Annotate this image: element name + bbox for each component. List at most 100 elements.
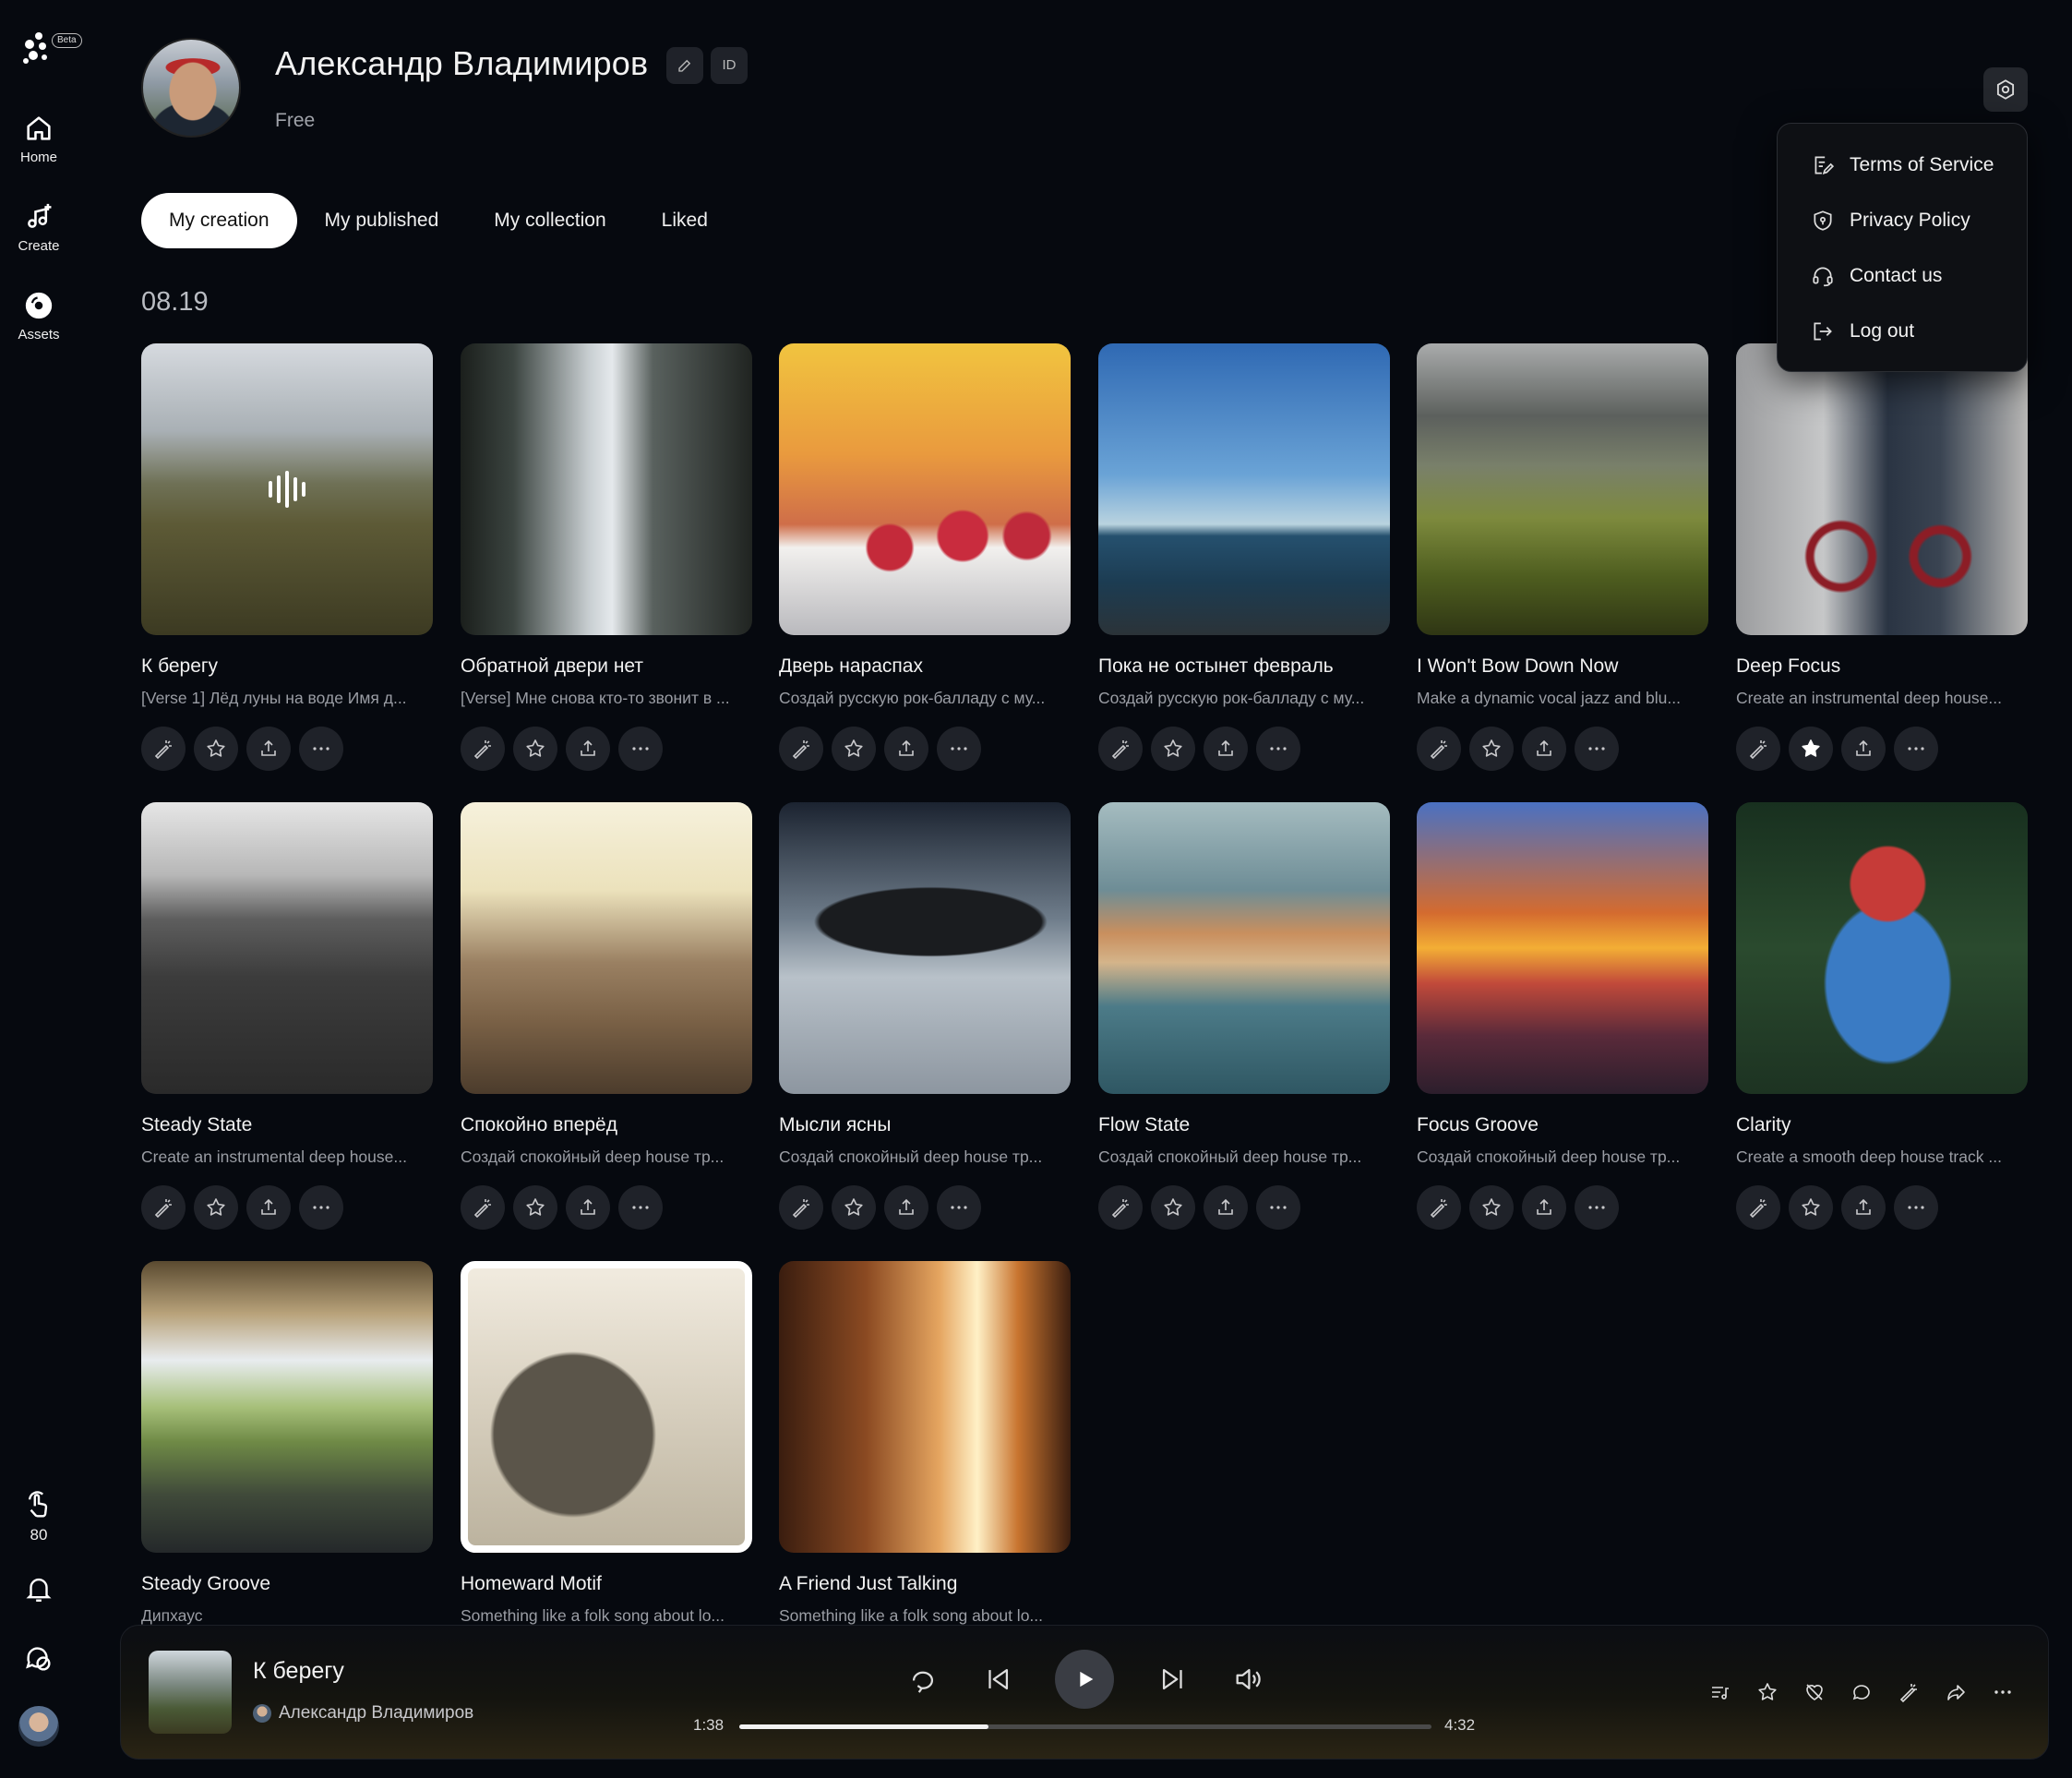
song-card[interactable]: Deep Focus Create an instrumental deep ho… — [1736, 343, 2028, 771]
song-card[interactable]: I Won't Bow Down Now Make a dynamic vocal… — [1417, 343, 1708, 771]
remix-button[interactable] — [1098, 1185, 1143, 1230]
song-cover-image[interactable] — [1098, 802, 1390, 1094]
share-button[interactable] — [884, 1185, 928, 1230]
song-cover-image[interactable] — [1417, 343, 1708, 635]
song-title[interactable]: A Friend Just Talking — [779, 1573, 1071, 1595]
song-cover-image[interactable] — [1417, 802, 1708, 1094]
remix-button[interactable] — [1417, 1185, 1461, 1230]
more-button[interactable] — [299, 727, 343, 771]
song-cover-image[interactable] — [1736, 343, 2028, 635]
more-button[interactable] — [1575, 1185, 1619, 1230]
song-card[interactable]: Спокойно вперёд Создай спокойный deep hou… — [461, 802, 752, 1230]
share-button[interactable] — [246, 727, 291, 771]
song-cover-image[interactable] — [779, 1261, 1071, 1553]
favorite-button[interactable] — [513, 727, 557, 771]
share-button[interactable] — [1204, 1185, 1248, 1230]
share-button[interactable] — [1522, 727, 1566, 771]
share-button[interactable] — [1204, 727, 1248, 771]
more-button[interactable] — [299, 1185, 343, 1230]
song-title[interactable]: Дверь нараспах — [779, 655, 1071, 678]
comment-button[interactable] — [1847, 1677, 1876, 1707]
profile-id-button[interactable]: ID — [711, 47, 748, 84]
player-cover-image[interactable] — [149, 1651, 232, 1734]
menu-item-contact[interactable]: Contact us — [1811, 258, 1942, 294]
share-button[interactable] — [246, 1185, 291, 1230]
song-cover-image[interactable] — [779, 802, 1071, 1094]
more-button[interactable] — [937, 727, 981, 771]
song-title[interactable]: Пока не остынет февраль — [1098, 655, 1390, 678]
favorite-button[interactable] — [1753, 1677, 1782, 1707]
settings-button[interactable] — [1983, 67, 2028, 112]
progress-slider[interactable] — [739, 1724, 1431, 1729]
share-button[interactable] — [566, 1185, 610, 1230]
tab-my-collection[interactable]: My collection — [466, 193, 633, 248]
queue-button[interactable] — [1706, 1677, 1735, 1707]
song-card[interactable]: К берегу [Verse 1] Лёд луны на воде Имя д… — [141, 343, 433, 771]
favorite-button[interactable] — [832, 727, 876, 771]
favorite-button[interactable] — [194, 1185, 238, 1230]
tab-my-published[interactable]: My published — [297, 193, 467, 248]
favorite-button[interactable] — [1789, 727, 1833, 771]
song-title[interactable]: Steady State — [141, 1114, 433, 1136]
song-cover-image[interactable] — [141, 1261, 433, 1553]
player-track-title[interactable]: К берегу — [253, 1658, 344, 1685]
menu-item-terms[interactable]: Terms of Service — [1811, 147, 1994, 184]
remix-button[interactable] — [1894, 1677, 1923, 1707]
song-title[interactable]: Focus Groove — [1417, 1114, 1708, 1136]
song-title[interactable]: Спокойно вперёд — [461, 1114, 752, 1136]
previous-button[interactable] — [977, 1659, 1018, 1700]
song-card[interactable]: Пока не остынет февраль Создай русскую ро… — [1098, 343, 1390, 771]
favorite-button[interactable] — [1469, 1185, 1514, 1230]
song-title[interactable]: I Won't Bow Down Now — [1417, 655, 1708, 678]
favorite-button[interactable] — [1789, 1185, 1833, 1230]
song-card[interactable]: Дверь нараспах Создай русскую рок-балладу… — [779, 343, 1071, 771]
song-card[interactable]: Clarity Create a smooth deep house track … — [1736, 802, 2028, 1230]
sidebar-item-home[interactable]: Home — [0, 113, 78, 165]
song-title[interactable]: Steady Groove — [141, 1573, 433, 1595]
more-button[interactable] — [1894, 1185, 1938, 1230]
share-button[interactable] — [1841, 1185, 1886, 1230]
favorite-button[interactable] — [194, 727, 238, 771]
more-button[interactable] — [1575, 727, 1619, 771]
remix-button[interactable] — [461, 727, 505, 771]
player-artist[interactable]: Александр Владимиров — [253, 1703, 473, 1724]
favorite-button[interactable] — [832, 1185, 876, 1230]
share-button[interactable] — [1522, 1185, 1566, 1230]
app-logo[interactable]: Beta — [20, 30, 85, 76]
song-cover-image[interactable] — [779, 343, 1071, 635]
remix-button[interactable] — [141, 1185, 186, 1230]
song-title[interactable]: Flow State — [1098, 1114, 1390, 1136]
share-button[interactable] — [1941, 1677, 1970, 1707]
more-button[interactable] — [1256, 727, 1300, 771]
share-button[interactable] — [566, 727, 610, 771]
song-cover-image[interactable] — [141, 802, 433, 1094]
song-title[interactable]: Clarity — [1736, 1114, 2028, 1136]
remix-button[interactable] — [1417, 727, 1461, 771]
song-cover-image[interactable] — [1736, 802, 2028, 1094]
more-button[interactable] — [1256, 1185, 1300, 1230]
notifications-button[interactable] — [0, 1573, 78, 1604]
favorite-button[interactable] — [1151, 1185, 1195, 1230]
remix-button[interactable] — [779, 727, 823, 771]
remix-button[interactable] — [779, 1185, 823, 1230]
song-card[interactable]: Обратной двери нет [Verse] Мне снова кто-… — [461, 343, 752, 771]
song-card[interactable]: Steady State Create an instrumental deep … — [141, 802, 433, 1230]
sidebar-item-assets[interactable]: Assets — [0, 290, 78, 342]
remix-button[interactable] — [1736, 727, 1780, 771]
song-title[interactable]: Мысли ясны — [779, 1114, 1071, 1136]
song-cover-image[interactable] — [461, 1261, 752, 1553]
song-card[interactable]: Мысли ясны Создай спокойный deep house тр… — [779, 802, 1071, 1230]
favorite-button[interactable] — [1469, 727, 1514, 771]
tab-my-creation[interactable]: My creation — [141, 193, 297, 248]
menu-item-privacy[interactable]: Privacy Policy — [1811, 202, 1970, 239]
more-button[interactable] — [1894, 727, 1938, 771]
more-button[interactable] — [618, 1185, 663, 1230]
credits[interactable]: 80 — [0, 1489, 78, 1544]
user-menu-button[interactable] — [0, 1706, 78, 1747]
song-cover-image[interactable] — [1098, 343, 1390, 635]
repeat-button[interactable] — [903, 1659, 943, 1700]
sidebar-item-create[interactable]: Create — [0, 201, 78, 254]
chat-button[interactable] — [0, 1643, 78, 1675]
play-button[interactable] — [1055, 1650, 1114, 1709]
song-cover-image[interactable] — [141, 343, 433, 635]
